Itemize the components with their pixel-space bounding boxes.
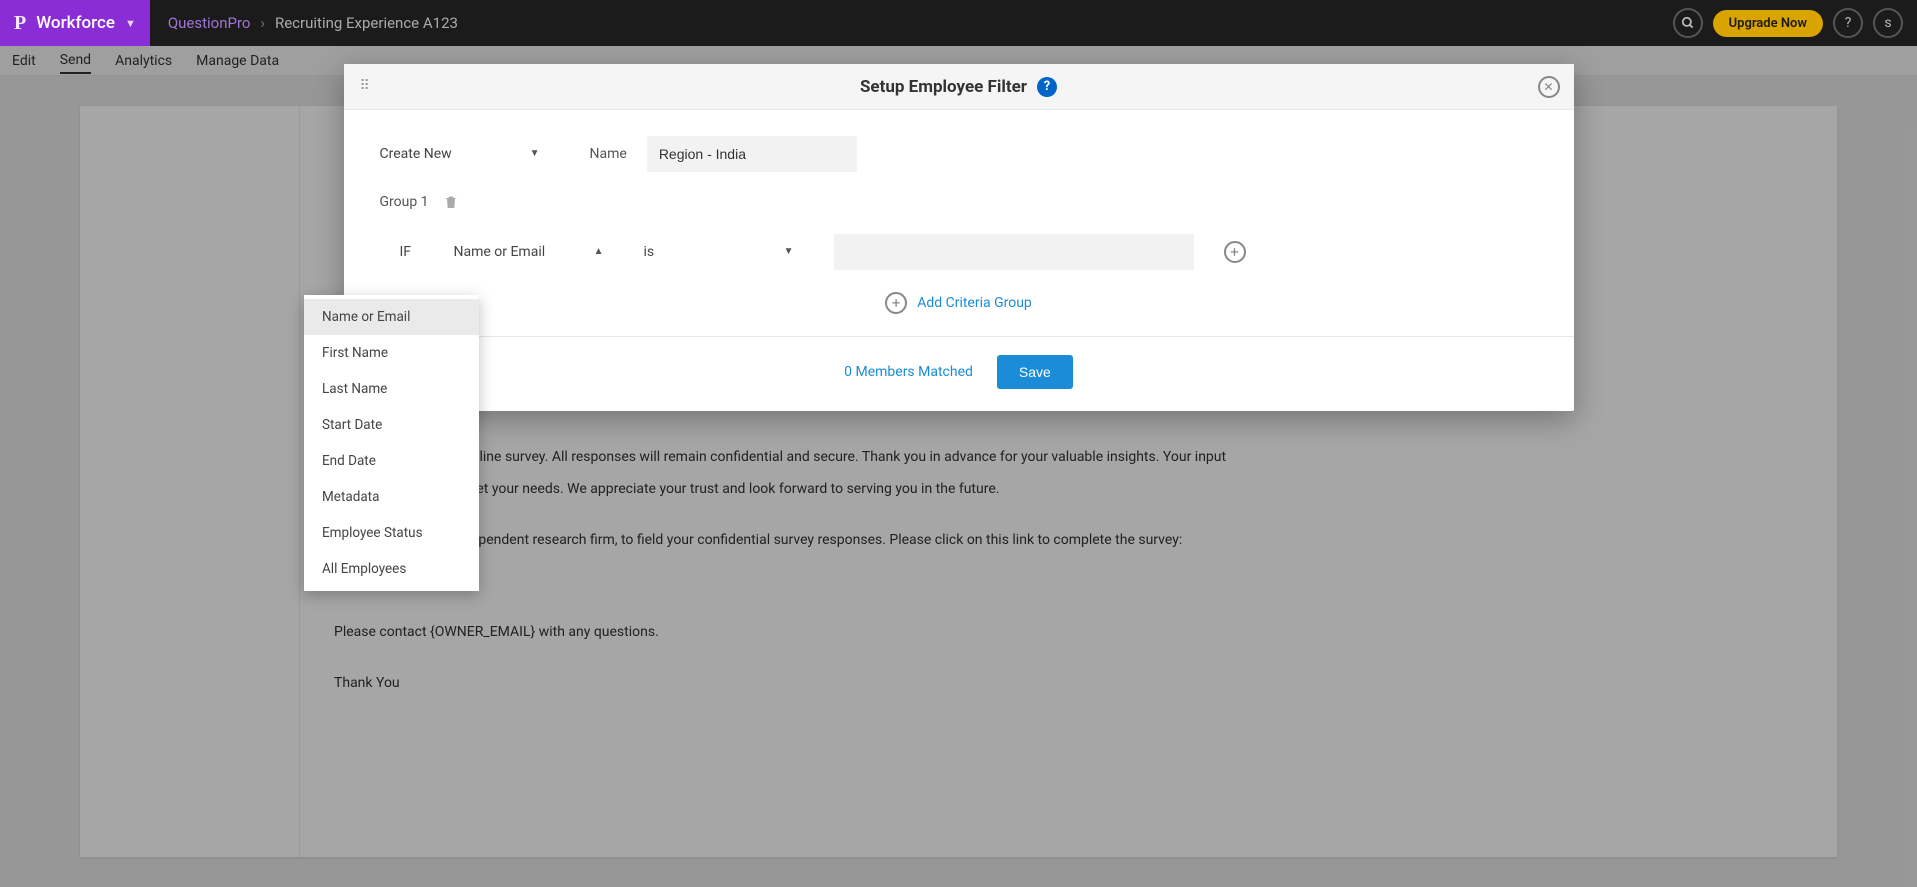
group-label: Group 1 — [380, 194, 429, 210]
criteria-row: IF Name or Email ▲ is ▼ + — [380, 234, 1538, 270]
dropdown-option[interactable]: End Date — [304, 443, 479, 479]
breadcrumb-root[interactable]: QuestionPro — [168, 14, 251, 32]
drag-handle-icon[interactable]: ⠿ — [360, 82, 372, 90]
filter-name-row: Create New ▼ Name — [380, 136, 1538, 172]
chevron-right-icon: › — [260, 14, 265, 32]
chevron-down-icon: ▼ — [530, 148, 540, 159]
topbar: P Workforce ▼ QuestionPro › Recruiting E… — [0, 0, 1917, 46]
operator-select[interactable]: is ▼ — [644, 238, 804, 267]
dropdown-option[interactable]: Metadata — [304, 479, 479, 515]
field-dropdown: Name or Email First Name Last Name Start… — [304, 295, 479, 591]
help-icon[interactable]: ? — [1833, 8, 1863, 38]
add-criteria-icon[interactable]: + — [1224, 241, 1246, 263]
select-value: Name or Email — [454, 244, 546, 260]
search-icon[interactable] — [1673, 8, 1703, 38]
criteria-value-input[interactable] — [834, 234, 1194, 270]
dropdown-option[interactable]: Last Name — [304, 371, 479, 407]
create-new-select[interactable]: Create New ▼ — [380, 140, 550, 169]
select-value: is — [644, 244, 655, 260]
field-select[interactable]: Name or Email ▲ — [454, 238, 614, 267]
modal-title: Setup Employee Filter — [860, 77, 1027, 97]
chevron-down-icon: ▼ — [784, 246, 794, 257]
filter-name-input[interactable] — [647, 136, 857, 172]
name-label: Name — [590, 146, 627, 162]
modal-body: Create New ▼ Name Group 1 IF Name or Ema… — [344, 110, 1574, 411]
select-value: Create New — [380, 146, 452, 162]
dropdown-option[interactable]: All Employees — [304, 551, 479, 587]
topbar-right: Upgrade Now ? s — [1673, 8, 1917, 38]
dropdown-option[interactable]: Employee Status — [304, 515, 479, 551]
trash-icon[interactable] — [443, 194, 459, 210]
brand-name: Workforce — [36, 13, 115, 33]
chevron-down-icon: ▼ — [125, 17, 136, 30]
dropdown-option[interactable]: Name or Email — [304, 299, 479, 335]
close-icon[interactable]: ✕ — [1538, 76, 1560, 98]
upgrade-button[interactable]: Upgrade Now — [1713, 10, 1823, 37]
chevron-up-icon: ▲ — [594, 246, 604, 257]
if-label: IF — [400, 244, 424, 260]
add-criteria-group: + Add Criteria Group — [380, 292, 1538, 314]
modal-header: ⠿ Setup Employee Filter ? ✕ — [344, 64, 1574, 110]
filter-modal: ⠿ Setup Employee Filter ? ✕ Create New ▼… — [344, 64, 1574, 411]
members-matched[interactable]: 0 Members Matched — [844, 364, 973, 380]
dropdown-option[interactable]: First Name — [304, 335, 479, 371]
plus-icon[interactable]: + — [885, 292, 907, 314]
group-header: Group 1 — [380, 194, 1538, 210]
modal-footer: 0 Members Matched Save — [380, 337, 1538, 411]
breadcrumb: QuestionPro › Recruiting Experience A123 — [150, 14, 476, 32]
add-criteria-group-link[interactable]: Add Criteria Group — [917, 295, 1032, 311]
logo-icon: P — [14, 12, 26, 35]
brand-block[interactable]: P Workforce ▼ — [0, 0, 150, 46]
save-button[interactable]: Save — [997, 355, 1073, 389]
help-icon[interactable]: ? — [1037, 77, 1057, 97]
breadcrumb-current: Recruiting Experience A123 — [275, 14, 458, 32]
user-avatar[interactable]: s — [1873, 8, 1903, 38]
dropdown-option[interactable]: Start Date — [304, 407, 479, 443]
